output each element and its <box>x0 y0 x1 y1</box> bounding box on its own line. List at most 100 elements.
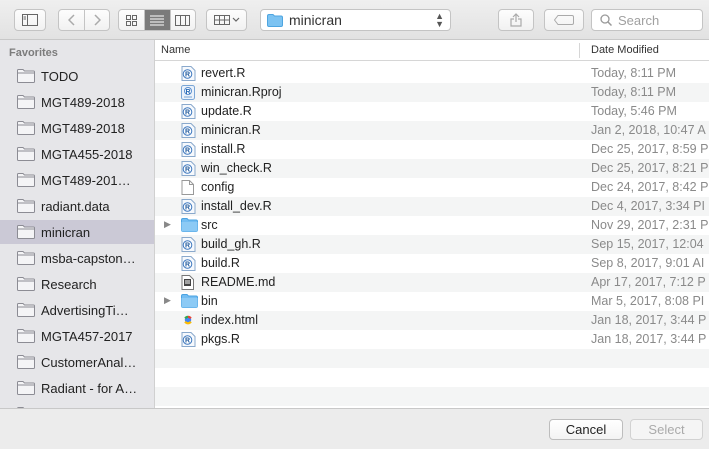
column-view-button[interactable] <box>169 10 195 30</box>
file-row[interactable]: Rbuild.R Sep 8, 2017, 9:01 AI <box>155 254 709 273</box>
folder-icon <box>17 381 35 395</box>
rproj-file-icon: R <box>181 85 195 100</box>
sidebar-item-label: MGT489-201… <box>41 172 131 188</box>
sidebar-item[interactable]: CustomerAnal… <box>0 350 154 374</box>
file-date: Apr 17, 2017, 7:12 P <box>591 275 706 289</box>
svg-text:R: R <box>185 243 190 250</box>
file-icon-wrap: R <box>181 142 196 157</box>
disclosure-triangle-icon[interactable]: ▶ <box>164 219 171 230</box>
sidebar-item[interactable]: Radiant - for A… <box>0 376 154 400</box>
file-name: README.md <box>201 275 276 289</box>
file-row[interactable]: README.md Apr 17, 2017, 7:12 P <box>155 273 709 292</box>
select-button[interactable]: Select <box>630 419 703 440</box>
empty-row <box>155 349 709 368</box>
sidebar-item[interactable]: MGTA457-2017 <box>0 324 154 348</box>
sidebar-toggle-button[interactable] <box>14 9 46 31</box>
sidebar-item[interactable]: AdvertisingTi… <box>0 298 154 322</box>
svg-text:R: R <box>185 338 190 345</box>
sidebar-heading: Favorites <box>9 47 58 59</box>
file-name: install.R <box>201 142 246 156</box>
search-placeholder: Search <box>618 12 660 28</box>
folder-icon <box>17 199 35 213</box>
cancel-button[interactable]: Cancel <box>549 419 623 440</box>
dialog-footer: Cancel Select <box>0 408 709 449</box>
file-row[interactable]: Rinstall.R Dec 25, 2017, 8:59 P <box>155 140 709 159</box>
forward-button[interactable] <box>84 10 109 30</box>
group-by-button[interactable] <box>206 9 247 31</box>
file-icon-wrap <box>181 313 196 328</box>
file-row[interactable]: Rminicran.R Jan 2, 2018, 10:47 A <box>155 121 709 140</box>
file-icon-wrap <box>181 218 198 233</box>
file-name: win_check.R <box>201 161 272 175</box>
file-row[interactable]: Rinstall_dev.R Dec 4, 2017, 3:34 PI <box>155 197 709 216</box>
disclosure-triangle-icon[interactable]: ▶ <box>164 295 171 306</box>
file-date: Jan 18, 2017, 3:44 P <box>591 313 707 327</box>
file-icon-wrap: R <box>181 161 196 176</box>
column-name-header[interactable]: Name <box>161 44 190 56</box>
file-row[interactable]: Rbuild_gh.R Sep 15, 2017, 12:04 <box>155 235 709 254</box>
folder-icon <box>17 329 35 343</box>
path-popup-label: minicran <box>289 12 342 28</box>
share-button[interactable] <box>498 9 534 31</box>
back-button[interactable] <box>59 10 84 30</box>
sidebar-item[interactable]: TODO <box>0 64 154 88</box>
r-file-icon: R <box>181 142 196 157</box>
sidebar-item-label: MGTA455-2018 <box>41 146 133 162</box>
edit-tags-button[interactable] <box>544 9 584 31</box>
sidebar-item[interactable]: MGT489-201… <box>0 168 154 192</box>
back-forward-buttons <box>58 9 110 31</box>
r-file-icon: R <box>181 104 196 119</box>
file-row[interactable]: Rminicran.Rproj Today, 8:11 PM <box>155 83 709 102</box>
path-popup[interactable]: minicran ▲ ▼ <box>260 9 451 31</box>
file-row[interactable]: ▶ src Nov 29, 2017, 2:31 P <box>155 216 709 235</box>
file-name: index.html <box>201 313 258 327</box>
file-date: Sep 8, 2017, 9:01 AI <box>591 256 705 270</box>
file-name: update.R <box>201 104 252 118</box>
svg-text:R: R <box>185 167 190 174</box>
sidebar-item[interactable]: MGT489-2018 <box>0 116 154 140</box>
folder-icon <box>17 251 35 265</box>
file-date: Nov 29, 2017, 2:31 P <box>591 218 709 232</box>
icon-view-button[interactable] <box>119 10 144 30</box>
r-file-icon: R <box>181 332 196 347</box>
file-date: Dec 24, 2017, 8:42 P <box>591 180 709 194</box>
file-date: Sep 15, 2017, 12:04 <box>591 237 704 251</box>
sidebar-item[interactable]: Research <box>0 272 154 296</box>
column-date-header[interactable]: Date Modified <box>591 44 659 56</box>
empty-row <box>155 387 709 406</box>
list-view-button[interactable] <box>144 10 170 30</box>
document-icon <box>181 180 194 195</box>
file-row[interactable]: config Dec 24, 2017, 8:42 P <box>155 178 709 197</box>
file-name: bin <box>201 294 218 308</box>
r-file-icon: R <box>181 123 196 138</box>
file-date: Dec 25, 2017, 8:21 P <box>591 161 709 175</box>
sidebar-item[interactable]: radiant.data <box>0 194 154 218</box>
file-row[interactable]: Rupdate.R Today, 5:46 PM <box>155 102 709 121</box>
file-date: Dec 4, 2017, 3:34 PI <box>591 199 705 213</box>
file-icon-wrap: R <box>181 104 196 119</box>
sidebar-item[interactable]: minicran <box>0 220 154 244</box>
file-name: minicran.R <box>201 123 261 137</box>
sidebar-item-label: msba-capston… <box>41 250 136 266</box>
sidebar-item[interactable]: MGT489-2018 <box>0 90 154 114</box>
sidebar-item-label: CustomerAnal… <box>41 354 137 370</box>
file-row[interactable]: Rpkgs.R Jan 18, 2017, 3:44 P <box>155 330 709 349</box>
file-icon-wrap: R <box>181 66 196 81</box>
sidebar-item[interactable]: MGTA455-2018 <box>0 142 154 166</box>
sidebar-item[interactable]: msba-capston… <box>0 246 154 270</box>
r-file-icon: R <box>181 256 196 271</box>
file-date: Mar 5, 2017, 8:08 PI <box>591 294 705 308</box>
search-field[interactable]: Search <box>591 9 703 31</box>
folder-icon <box>17 303 35 317</box>
column-divider <box>579 43 580 58</box>
columns-icon <box>175 14 191 26</box>
folder-icon <box>267 13 283 27</box>
file-row[interactable]: Rrevert.R Today, 8:11 PM <box>155 64 709 83</box>
sidebar-item-label: TODO <box>41 68 79 84</box>
file-row[interactable]: ▶ bin Mar 5, 2017, 8:08 PI <box>155 292 709 311</box>
share-icon <box>510 13 522 27</box>
sidebar-item-label: MGT489-2018 <box>41 94 125 110</box>
file-row[interactable]: Rwin_check.R Dec 25, 2017, 8:21 P <box>155 159 709 178</box>
file-date: Today, 5:46 PM <box>591 104 677 118</box>
file-row[interactable]: index.html Jan 18, 2017, 3:44 P <box>155 311 709 330</box>
